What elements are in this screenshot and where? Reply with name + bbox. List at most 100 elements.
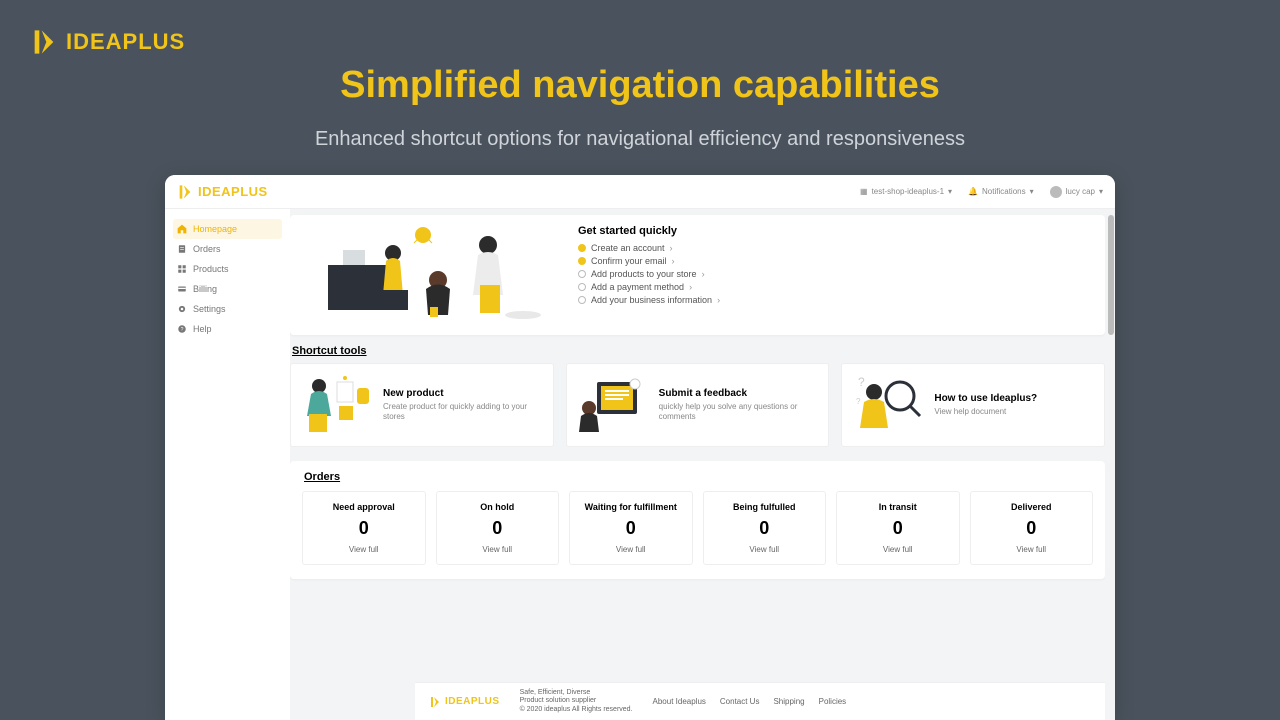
header-notifications-label: Notifications xyxy=(982,187,1026,196)
sidebar-item-label: Settings xyxy=(193,304,226,314)
order-box-label: Being fulfulled xyxy=(710,502,820,512)
tool-card-new-product[interactable]: New product Create product for quickly a… xyxy=(290,363,554,447)
order-box-value: 0 xyxy=(843,518,953,539)
svg-text:?: ? xyxy=(181,327,184,333)
order-box-link[interactable]: View full xyxy=(443,545,553,554)
order-box-value: 0 xyxy=(977,518,1087,539)
get-started-step[interactable]: Create an account › xyxy=(578,243,1087,253)
logo-icon xyxy=(429,696,441,708)
chevron-down-icon: ▾ xyxy=(1030,187,1034,196)
get-started-illustration xyxy=(308,225,548,325)
get-started-step[interactable]: Confirm your email › xyxy=(578,256,1087,266)
footer-link-shipping[interactable]: Shipping xyxy=(773,697,804,706)
order-box-delivered: Delivered 0 View full xyxy=(970,491,1094,565)
check-icon xyxy=(578,244,586,252)
order-box-waiting: Waiting for fulfillment 0 View full xyxy=(569,491,693,565)
bell-icon: 🔔 xyxy=(968,187,978,196)
get-started-title: Get started quickly xyxy=(578,225,1087,237)
home-icon xyxy=(177,224,187,234)
check-icon xyxy=(578,296,586,304)
order-box-link[interactable]: View full xyxy=(710,545,820,554)
order-box-label: Delivered xyxy=(977,502,1087,512)
outer-brand-logo: IDEAPLUS xyxy=(30,28,185,56)
tool-title: Submit a feedback xyxy=(659,388,819,399)
app-screenshot-frame: IDEAPLUS ▦ test-shop-ideaplus-1 ▾ 🔔 Noti… xyxy=(165,175,1115,720)
chevron-right-icon: › xyxy=(689,282,692,292)
get-started-card: Get started quickly Create an account › C… xyxy=(290,215,1105,335)
sidebar-item-billing[interactable]: Billing xyxy=(173,279,282,299)
chevron-right-icon: › xyxy=(717,295,720,305)
header-notifications[interactable]: 🔔 Notifications ▾ xyxy=(968,187,1034,196)
app-logo[interactable]: IDEAPLUS xyxy=(177,184,268,200)
order-box-label: Waiting for fulfillment xyxy=(576,502,686,512)
scrollbar-thumb[interactable] xyxy=(1108,215,1114,335)
get-started-step[interactable]: Add products to your store › xyxy=(578,269,1087,279)
main-content: Get started quickly Create an account › C… xyxy=(290,209,1115,720)
chevron-right-icon: › xyxy=(702,269,705,279)
step-label: Add products to your store xyxy=(591,269,697,279)
header-shop-label: test-shop-ideaplus-1 xyxy=(872,187,944,196)
get-started-step[interactable]: Add your business information › xyxy=(578,295,1087,305)
sidebar-item-label: Billing xyxy=(193,284,217,294)
sidebar-item-label: Homepage xyxy=(193,224,237,234)
order-box-label: In transit xyxy=(843,502,953,512)
footer-tag-line: Safe, Efficient, Diverse xyxy=(520,689,633,697)
order-box-fulfulled: Being fulfulled 0 View full xyxy=(703,491,827,565)
order-box-link[interactable]: View full xyxy=(843,545,953,554)
shortcut-tools-title: Shortcut tools xyxy=(292,345,1103,357)
get-started-step[interactable]: Add a payment method› xyxy=(578,282,1087,292)
header-user-menu[interactable]: lucy cap ▾ xyxy=(1050,186,1103,198)
sidebar-item-help[interactable]: ? Help xyxy=(173,319,282,339)
svg-text:?: ? xyxy=(858,375,865,389)
orders-card: Orders Need approval 0 View full On hold… xyxy=(290,461,1105,579)
gear-icon xyxy=(177,304,187,314)
sidebar-item-settings[interactable]: Settings xyxy=(173,299,282,319)
step-label: Confirm your email xyxy=(591,256,667,266)
footer-logo: IDEAPLUS xyxy=(429,696,500,708)
tool-card-howto[interactable]: ? ? How to use Ideaplus? View help docum… xyxy=(841,363,1105,447)
hero-subtitle: Enhanced shortcut options for navigation… xyxy=(0,128,1280,151)
order-box-on-hold: On hold 0 View full xyxy=(436,491,560,565)
step-label: Add your business information xyxy=(591,295,712,305)
footer-link-about[interactable]: About Ideaplus xyxy=(653,697,706,706)
chevron-down-icon: ▾ xyxy=(948,187,952,196)
order-box-label: Need approval xyxy=(309,502,419,512)
footer-link-contact[interactable]: Contact Us xyxy=(720,697,760,706)
header-shop-selector[interactable]: ▦ test-shop-ideaplus-1 ▾ xyxy=(860,187,952,196)
orders-title: Orders xyxy=(304,471,1091,483)
order-box-value: 0 xyxy=(710,518,820,539)
footer-tagline: Safe, Efficient, Diverse Product solutio… xyxy=(520,689,633,714)
chevron-down-icon: ▾ xyxy=(1099,187,1103,196)
footer-link-policies[interactable]: Policies xyxy=(819,697,847,706)
scrollbar[interactable] xyxy=(1108,215,1114,680)
sidebar-item-orders[interactable]: Orders xyxy=(173,239,282,259)
new-product-illustration xyxy=(301,374,373,436)
products-icon xyxy=(177,264,187,274)
feedback-illustration xyxy=(577,374,649,436)
footer-tag-line: Product solution supplier xyxy=(520,697,633,705)
orders-icon xyxy=(177,244,187,254)
help-icon: ? xyxy=(177,324,187,334)
step-label: Create an account xyxy=(591,243,665,253)
tool-title: How to use Ideaplus? xyxy=(934,393,1037,404)
order-box-value: 0 xyxy=(309,518,419,539)
chevron-right-icon: › xyxy=(672,256,675,266)
chevron-right-icon: › xyxy=(670,243,673,253)
check-icon xyxy=(578,257,586,265)
sidebar-item-products[interactable]: Products xyxy=(173,259,282,279)
sidebar-item-homepage[interactable]: Homepage xyxy=(173,219,282,239)
tool-desc: Create product for quickly adding to you… xyxy=(383,402,543,423)
hero-title: Simplified navigation capabilities xyxy=(340,64,940,107)
order-box-link[interactable]: View full xyxy=(576,545,686,554)
order-box-in-transit: In transit 0 View full xyxy=(836,491,960,565)
footer-brand-text: IDEAPLUS xyxy=(445,696,500,707)
order-box-link[interactable]: View full xyxy=(977,545,1087,554)
order-box-link[interactable]: View full xyxy=(309,545,419,554)
sidebar: Homepage Orders Products xyxy=(165,209,290,720)
footer-links: About Ideaplus Contact Us Shipping Polic… xyxy=(653,697,847,706)
howto-illustration: ? ? xyxy=(852,374,924,436)
tool-card-feedback[interactable]: Submit a feedback quickly help you solve… xyxy=(566,363,830,447)
tool-desc: quickly help you solve any questions or … xyxy=(659,402,819,423)
order-box-need-approval: Need approval 0 View full xyxy=(302,491,426,565)
order-box-label: On hold xyxy=(443,502,553,512)
